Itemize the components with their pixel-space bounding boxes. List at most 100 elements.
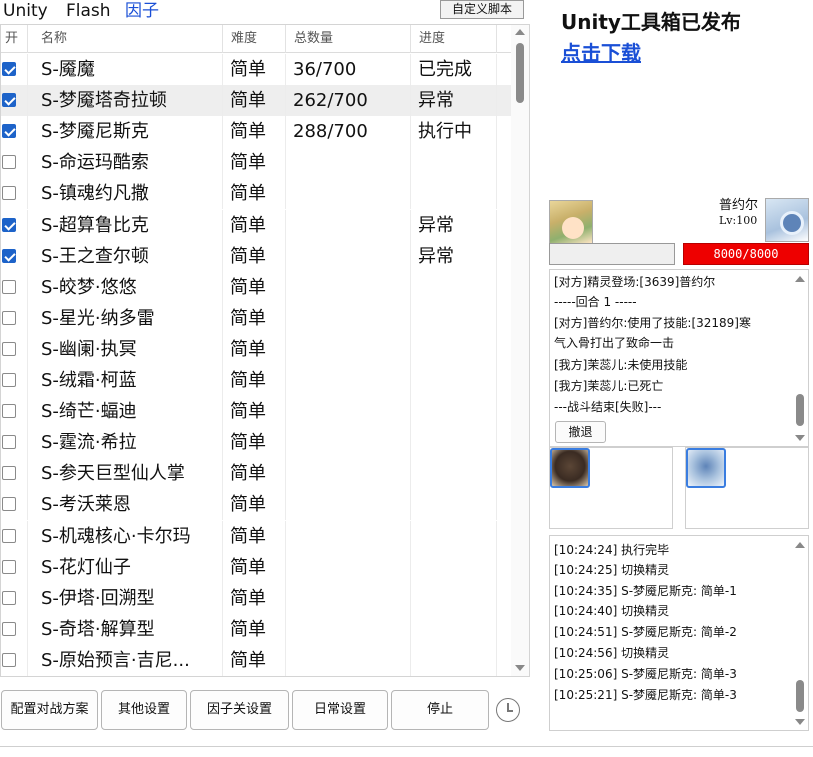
download-link[interactable]: 点击下载 [561, 41, 641, 65]
row-difficulty: 简单 [230, 276, 266, 298]
table-row[interactable]: S-原始预言·吉尼... 简单 [1, 644, 511, 676]
task-list-panel: 开 名称 难度 总数量 进度 S-魇魔 简单 36/700 已完成 S-梦魇塔奇拉顿 简单… [0, 24, 530, 677]
scroll-up-icon[interactable] [795, 542, 805, 548]
enable-checkbox[interactable] [2, 341, 16, 356]
row-difficulty: 简单 [230, 587, 266, 609]
table-row[interactable]: S-梦魇尼斯克 简单 288/700 执行中 [1, 116, 511, 148]
enemy-pet-icon[interactable] [686, 448, 726, 488]
table-row[interactable]: S-超算鲁比克 简单 异常 [1, 209, 511, 241]
scroll-thumb[interactable] [796, 394, 804, 426]
enable-checkbox[interactable] [2, 62, 16, 76]
battle-log-line: 气入骨打出了致命一击 [554, 336, 675, 350]
table-row[interactable]: S-命运玛酷索 简单 [1, 147, 511, 179]
row-name: S-超算鲁比克 [41, 214, 149, 236]
enable-checkbox[interactable] [2, 497, 16, 512]
row-difficulty: 简单 [230, 245, 266, 267]
row-name: S-皎梦·悠悠 [41, 276, 137, 298]
table-row[interactable]: S-幽阑·执冥 简单 [1, 333, 511, 365]
enable-checkbox[interactable] [2, 310, 16, 325]
tab-unity[interactable]: Unity [3, 0, 48, 22]
scroll-down-icon[interactable] [515, 665, 525, 671]
enable-checkbox[interactable] [2, 124, 16, 139]
enable-checkbox[interactable] [2, 404, 16, 419]
scroll-up-icon[interactable] [515, 29, 525, 35]
row-difficulty: 简单 [230, 183, 266, 205]
scroll-up-icon[interactable] [795, 276, 805, 282]
scroll-down-icon[interactable] [795, 435, 805, 441]
table-row[interactable]: S-伊塔·回溯型 简单 [1, 582, 511, 614]
header-total[interactable]: 总数量 [294, 25, 333, 53]
enable-checkbox[interactable] [2, 528, 16, 543]
scroll-thumb[interactable] [796, 680, 804, 712]
enable-checkbox[interactable] [2, 466, 16, 481]
row-difficulty: 简单 [230, 494, 266, 516]
stop-button[interactable]: 停止 [391, 690, 489, 730]
header-difficulty[interactable]: 难度 [231, 25, 257, 53]
row-name: S-幽阑·执冥 [41, 338, 137, 360]
system-log-line: [10:24:24] 执行完毕 [554, 543, 670, 557]
table-row[interactable]: S-魇魔 简单 36/700 已完成 [1, 54, 511, 85]
system-log: [10:24:24] 执行完毕 [10:24:25] 切换精灵 [10:24:3… [549, 535, 809, 731]
daily-settings-button[interactable]: 日常设置 [292, 690, 388, 730]
row-name: S-伊塔·回溯型 [41, 587, 155, 609]
factor-settings-button[interactable]: 因子关设置 [190, 690, 289, 730]
table-row[interactable]: S-花灯仙子 简单 [1, 551, 511, 583]
table-row[interactable]: S-考沃莱恩 简单 [1, 489, 511, 521]
battle-plan-button[interactable]: 配置对战方案 [1, 690, 98, 730]
enemy-level: Lv:100 [719, 214, 758, 227]
table-row[interactable]: S-参天巨型仙人掌 简单 [1, 458, 511, 490]
table-row[interactable]: S-绮芒·蝠迪 简单 [1, 396, 511, 428]
enemy-name: 普约尔 [719, 198, 759, 213]
enable-checkbox[interactable] [2, 93, 16, 108]
player-pet-icon[interactable] [550, 448, 590, 488]
enable-checkbox[interactable] [2, 559, 16, 574]
tab-flash[interactable]: Flash [66, 0, 111, 22]
row-progress: 异常 [418, 245, 454, 267]
enable-checkbox[interactable] [2, 373, 16, 387]
table-row[interactable]: S-星光·纳多雷 简单 [1, 302, 511, 334]
table-row[interactable]: S-镇魂约凡撒 简单 [1, 178, 511, 210]
enable-checkbox[interactable] [2, 248, 16, 263]
battle-log-line: [对方]普约尔:使用了技能:[32189]寒 [554, 316, 751, 330]
scroll-thumb[interactable] [516, 43, 524, 103]
enable-checkbox[interactable] [2, 652, 16, 667]
table-row[interactable]: S-梦魇塔奇拉顿 简单 262/700 异常 [1, 85, 511, 117]
system-log-line: [10:25:06] S-梦魇尼斯克: 简单-3 [554, 667, 737, 681]
enable-checkbox[interactable] [2, 279, 16, 294]
list-scrollbar[interactable] [511, 25, 529, 676]
other-settings-button[interactable]: 其他设置 [101, 690, 187, 730]
system-log-line: [10:24:51] S-梦魇尼斯克: 简单-2 [554, 625, 737, 639]
table-row[interactable]: S-绒霜·柯蓝 简单 [1, 365, 511, 396]
enable-checkbox[interactable] [2, 590, 16, 605]
table-row[interactable]: S-王之查尔顿 简单 异常 [1, 240, 511, 272]
system-log-line: [10:24:25] 切换精灵 [554, 563, 670, 577]
table-row[interactable]: S-皎梦·悠悠 简单 [1, 271, 511, 303]
enable-checkbox[interactable] [2, 435, 16, 450]
table-row[interactable]: S-机魂核心·卡尔玛 简单 [1, 520, 511, 552]
row-difficulty: 简单 [230, 463, 266, 485]
row-name: S-镇魂约凡撒 [41, 183, 149, 205]
enable-checkbox[interactable] [2, 621, 16, 636]
header-enable[interactable]: 开 [5, 25, 18, 53]
retreat-button[interactable]: 撤退 [555, 421, 606, 443]
enable-checkbox[interactable] [2, 217, 16, 232]
row-difficulty: 简单 [230, 214, 266, 236]
row-difficulty: 简单 [230, 338, 266, 360]
table-row[interactable]: S-霆流·希拉 简单 [1, 427, 511, 459]
row-name: S-奇塔·解算型 [41, 618, 155, 640]
row-difficulty: 简单 [230, 121, 266, 143]
enable-checkbox[interactable] [2, 186, 16, 201]
enable-checkbox[interactable] [2, 155, 16, 170]
row-name: S-绒霜·柯蓝 [41, 370, 137, 391]
clock-icon[interactable] [496, 698, 520, 722]
header-name[interactable]: 名称 [41, 25, 67, 53]
row-difficulty: 简单 [230, 556, 266, 578]
scroll-down-icon[interactable] [795, 719, 805, 725]
table-row[interactable]: S-奇塔·解算型 简单 [1, 613, 511, 645]
battle-log-scrollbar[interactable] [792, 270, 808, 446]
header-progress[interactable]: 进度 [419, 25, 445, 53]
system-log-scrollbar[interactable] [792, 536, 808, 730]
player-pet-avatar [549, 200, 593, 244]
tab-factor[interactable]: 因子 [125, 0, 159, 22]
custom-script-button[interactable]: 自定义脚本 [440, 0, 524, 19]
